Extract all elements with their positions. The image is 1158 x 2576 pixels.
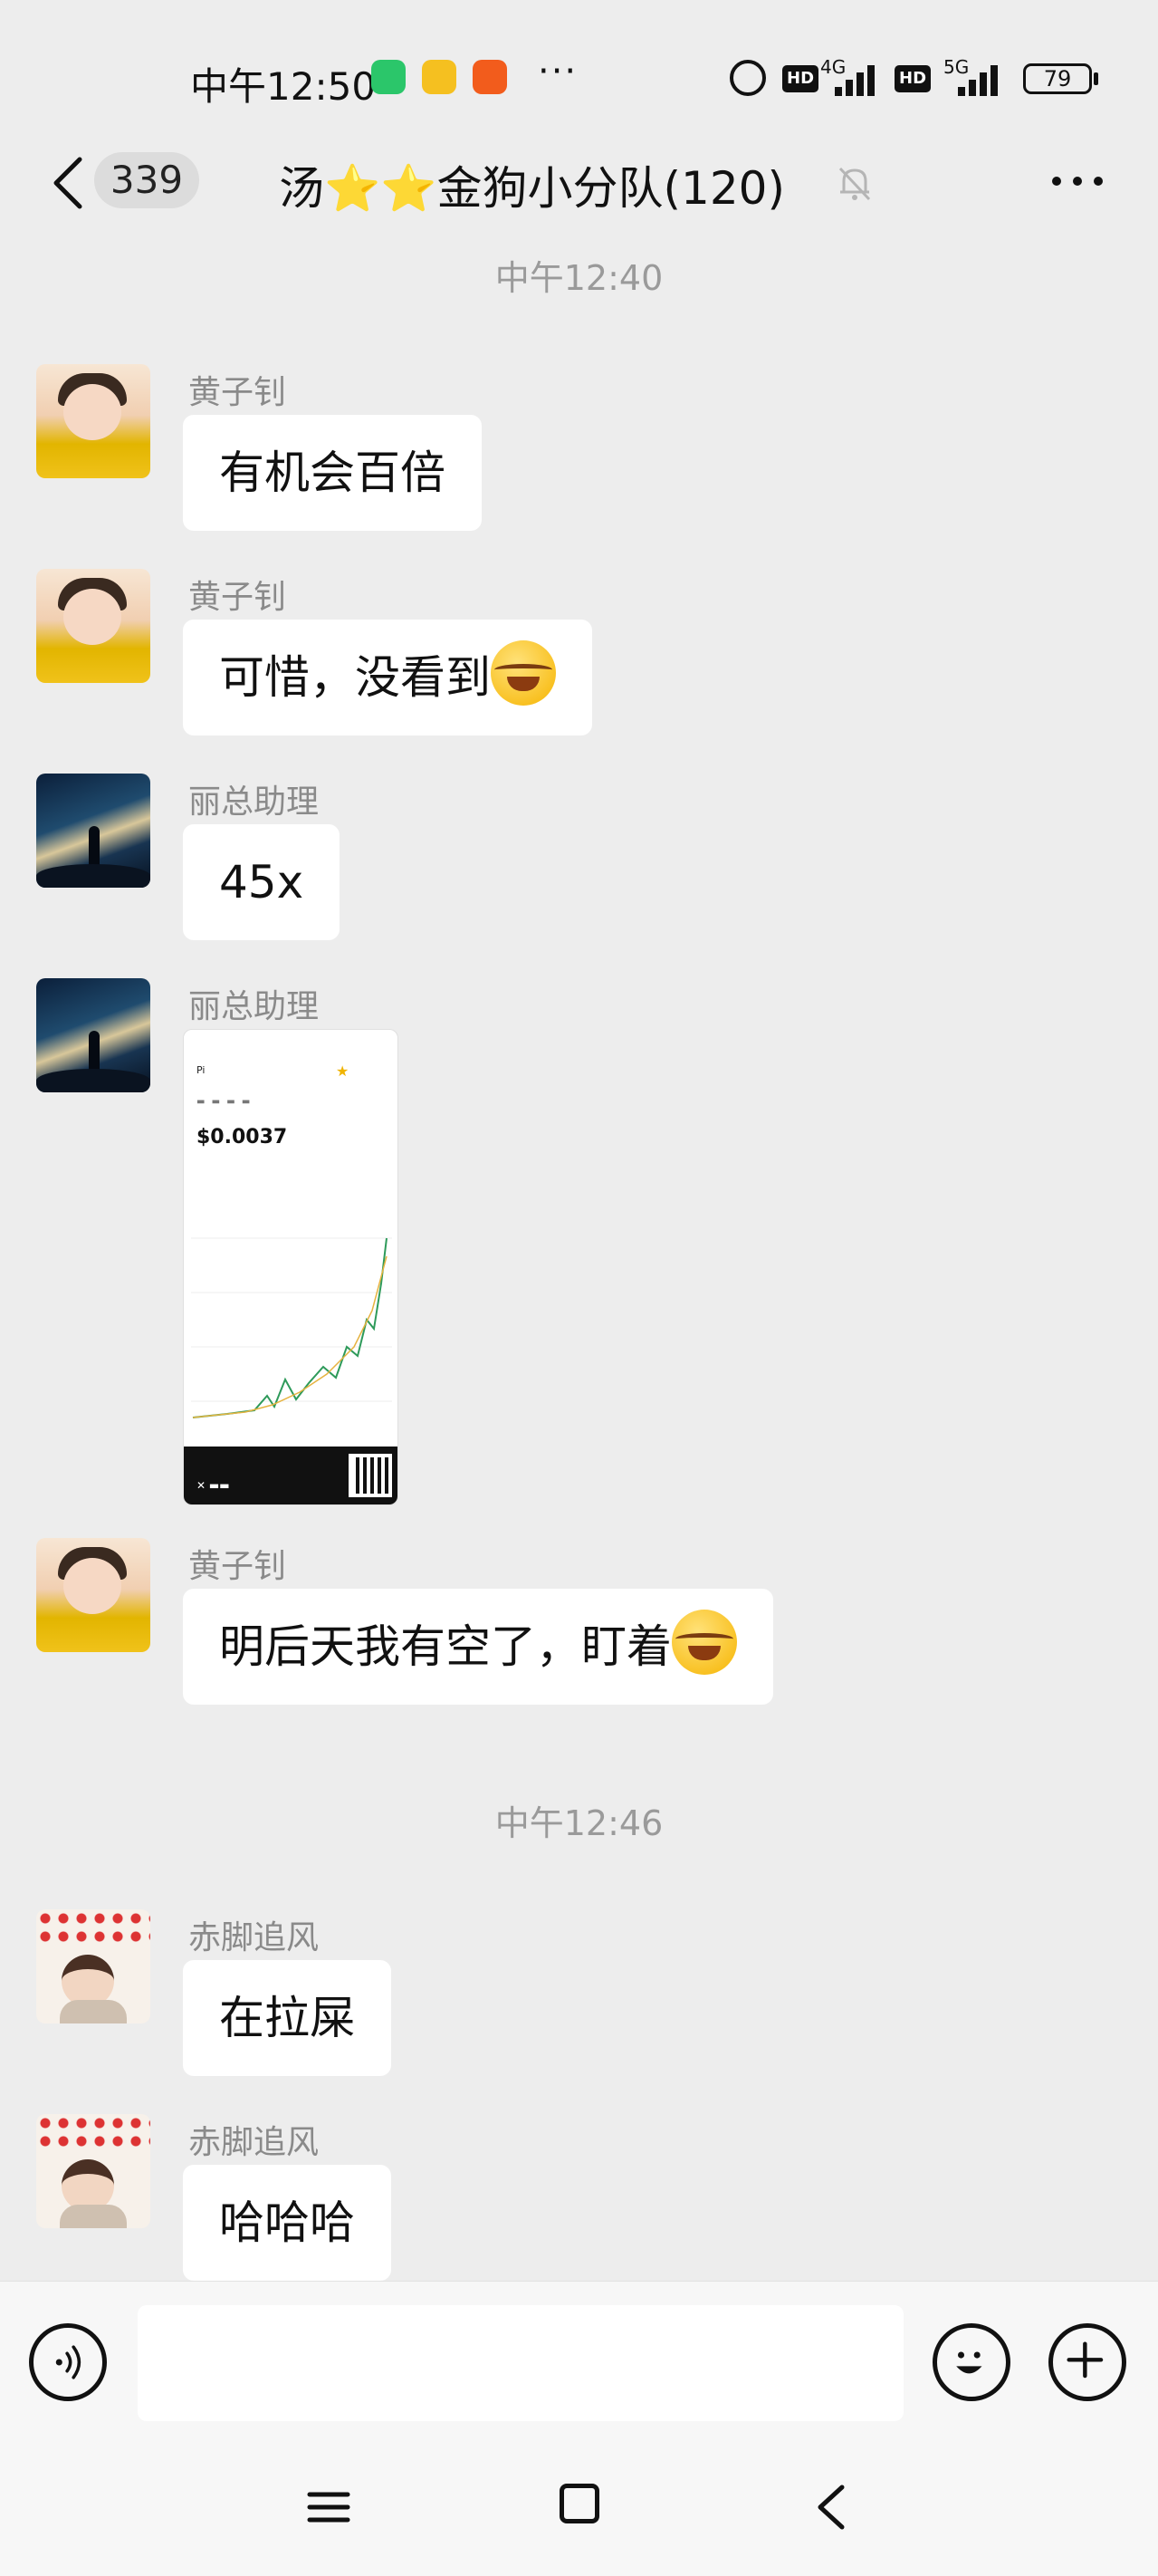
signal-icon-2: [958, 63, 1009, 96]
back-nav-icon[interactable]: [813, 2480, 849, 2534]
avatar[interactable]: [36, 569, 150, 683]
image-tabs-decor: ▬ ▬ ▬ ▬: [196, 1097, 253, 1107]
hd-badge-2: HD: [895, 65, 932, 92]
avatar[interactable]: [36, 774, 150, 888]
system-nav-bar: [0, 2444, 1158, 2576]
chat-header: 339 汤⭐⭐金狗小分队(120): [0, 136, 1158, 245]
emoji-icon[interactable]: [933, 2323, 1010, 2401]
sender-name: 黄子钊: [188, 374, 287, 411]
message-text: 明后天我有空了，盯着: [219, 1620, 672, 1673]
signal-icon-1: [835, 63, 885, 96]
image-token-name: Pi: [196, 1064, 206, 1076]
sender-name: 赤脚追风: [188, 1919, 320, 1956]
more-icon[interactable]: [1046, 154, 1109, 208]
battery-icon: 79: [1023, 63, 1092, 94]
voice-icon[interactable]: [29, 2323, 107, 2401]
sender-name: 黄子钊: [188, 579, 287, 616]
unread-count-badge[interactable]: 339: [94, 152, 199, 208]
message-text: 可惜，没看到: [219, 651, 491, 704]
more-notifications-icon: ···: [538, 51, 579, 92]
sender-name: 赤脚追风: [188, 2124, 320, 2161]
qr-code-icon: [349, 1454, 392, 1497]
timestamp-divider: 中午12:40: [494, 258, 664, 298]
message-bubble[interactable]: 有机会百倍: [183, 415, 482, 531]
hd-badge-1: HD: [782, 65, 819, 92]
alarm-icon: [730, 60, 766, 96]
avatar[interactable]: [36, 2114, 150, 2228]
image-price: $0.0037: [196, 1126, 288, 1149]
back-icon[interactable]: [47, 154, 87, 212]
group-title[interactable]: 汤⭐⭐金狗小分队(120): [279, 152, 785, 217]
weibo-app-icon: [422, 60, 456, 94]
home-icon[interactable]: [560, 2484, 599, 2523]
message-bubble[interactable]: 可惜，没看到: [183, 620, 592, 735]
image-message[interactable]: Pi ★ ▬ ▬ ▬ ▬ $0.0037 ✕ ▬▬: [183, 1029, 398, 1505]
status-bar: 中午12:50 ··· HD 4G HD 5G 79: [0, 0, 1158, 154]
status-time: 中午12:50: [190, 64, 377, 109]
timestamp-divider: 中午12:46: [494, 1803, 664, 1843]
avatar[interactable]: [36, 1909, 150, 2023]
tears-of-joy-emoji-icon: [491, 640, 556, 706]
mute-bell-icon: [838, 167, 871, 201]
avatar[interactable]: [36, 364, 150, 478]
message-bubble[interactable]: 明后天我有空了，盯着: [183, 1589, 773, 1705]
message-input[interactable]: [138, 2305, 904, 2421]
taobao-app-icon: [473, 60, 507, 94]
tears-of-joy-emoji-icon: [672, 1610, 737, 1675]
message-bubble[interactable]: 哈哈哈: [183, 2165, 391, 2281]
star-icon: ★: [336, 1062, 349, 1080]
plus-icon[interactable]: [1048, 2323, 1126, 2401]
input-bar: [0, 2281, 1158, 2444]
battery-tip: [1094, 72, 1098, 85]
brand-mark-icon: ✕ ▬▬: [196, 1479, 230, 1492]
security-app-icon: [371, 60, 406, 94]
sender-name: 丽总助理: [188, 783, 320, 821]
message-bubble[interactable]: 45x: [183, 824, 340, 940]
message-list[interactable]: 中午12:40 黄子钊 有机会百倍 黄子钊 可惜，没看到 丽总助理 45x 丽总…: [0, 245, 1158, 2283]
menu-icon[interactable]: [306, 2480, 351, 2534]
avatar[interactable]: [36, 1538, 150, 1652]
sender-name: 黄子钊: [188, 1548, 287, 1585]
sender-name: 丽总助理: [188, 988, 320, 1025]
avatar[interactable]: [36, 978, 150, 1092]
message-bubble[interactable]: 在拉屎: [183, 1960, 391, 2076]
price-chart-thumbnail: [191, 1237, 392, 1418]
